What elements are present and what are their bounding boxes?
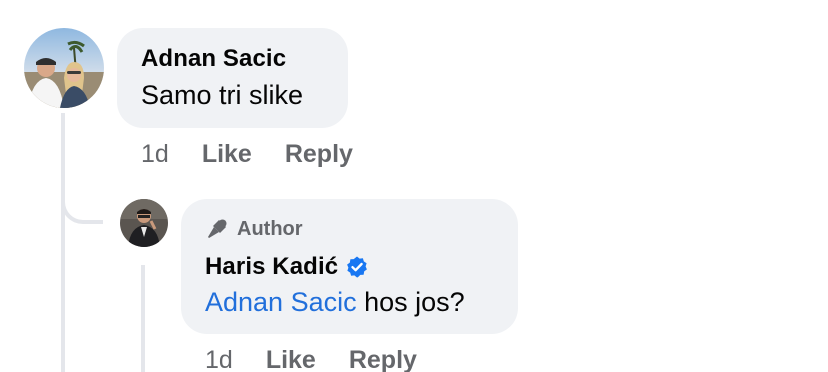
comment-text: Samo tri slike <box>141 80 304 110</box>
reply-bubble[interactable]: Author Haris Kadić Adnan Sacic hos jos? <box>181 199 518 334</box>
thread-line-reply <box>141 265 145 372</box>
reply-button[interactable]: Reply <box>285 140 353 169</box>
comment-bubble[interactable]: Adnan Sacic Samo tri slike <box>117 28 348 128</box>
reply-author-row: Haris Kadić <box>205 253 369 281</box>
reply-reply-button[interactable]: Reply <box>349 346 417 372</box>
like-button[interactable]: Like <box>202 140 252 169</box>
microphone-icon <box>208 219 227 238</box>
thread-line-branch <box>61 180 103 224</box>
reply-text: Adnan Sacic hos jos? <box>205 287 465 318</box>
reply-like-button[interactable]: Like <box>266 346 316 372</box>
comment-actions: 1d Like Reply <box>141 140 353 169</box>
reply-body-text: hos jos? <box>356 287 465 317</box>
avatar-haris-kadic[interactable] <box>120 199 168 247</box>
reply-author-name[interactable]: Haris Kadić <box>205 253 338 281</box>
mention-link[interactable]: Adnan Sacic <box>205 287 357 317</box>
reply-timestamp[interactable]: 1d <box>205 346 233 372</box>
thread-line-main <box>61 113 65 372</box>
avatar-adnan-sacic[interactable] <box>24 28 104 108</box>
verified-badge-icon <box>347 256 368 278</box>
avatar-photo-icon <box>120 199 168 247</box>
author-badge-label: Author <box>237 217 303 240</box>
avatar-photo-icon <box>24 28 104 108</box>
author-badge: Author <box>205 217 303 241</box>
reply-actions: 1d Like Reply <box>205 346 417 372</box>
comment-timestamp[interactable]: 1d <box>141 140 169 169</box>
comment-author-name[interactable]: Adnan Sacic <box>141 45 286 73</box>
